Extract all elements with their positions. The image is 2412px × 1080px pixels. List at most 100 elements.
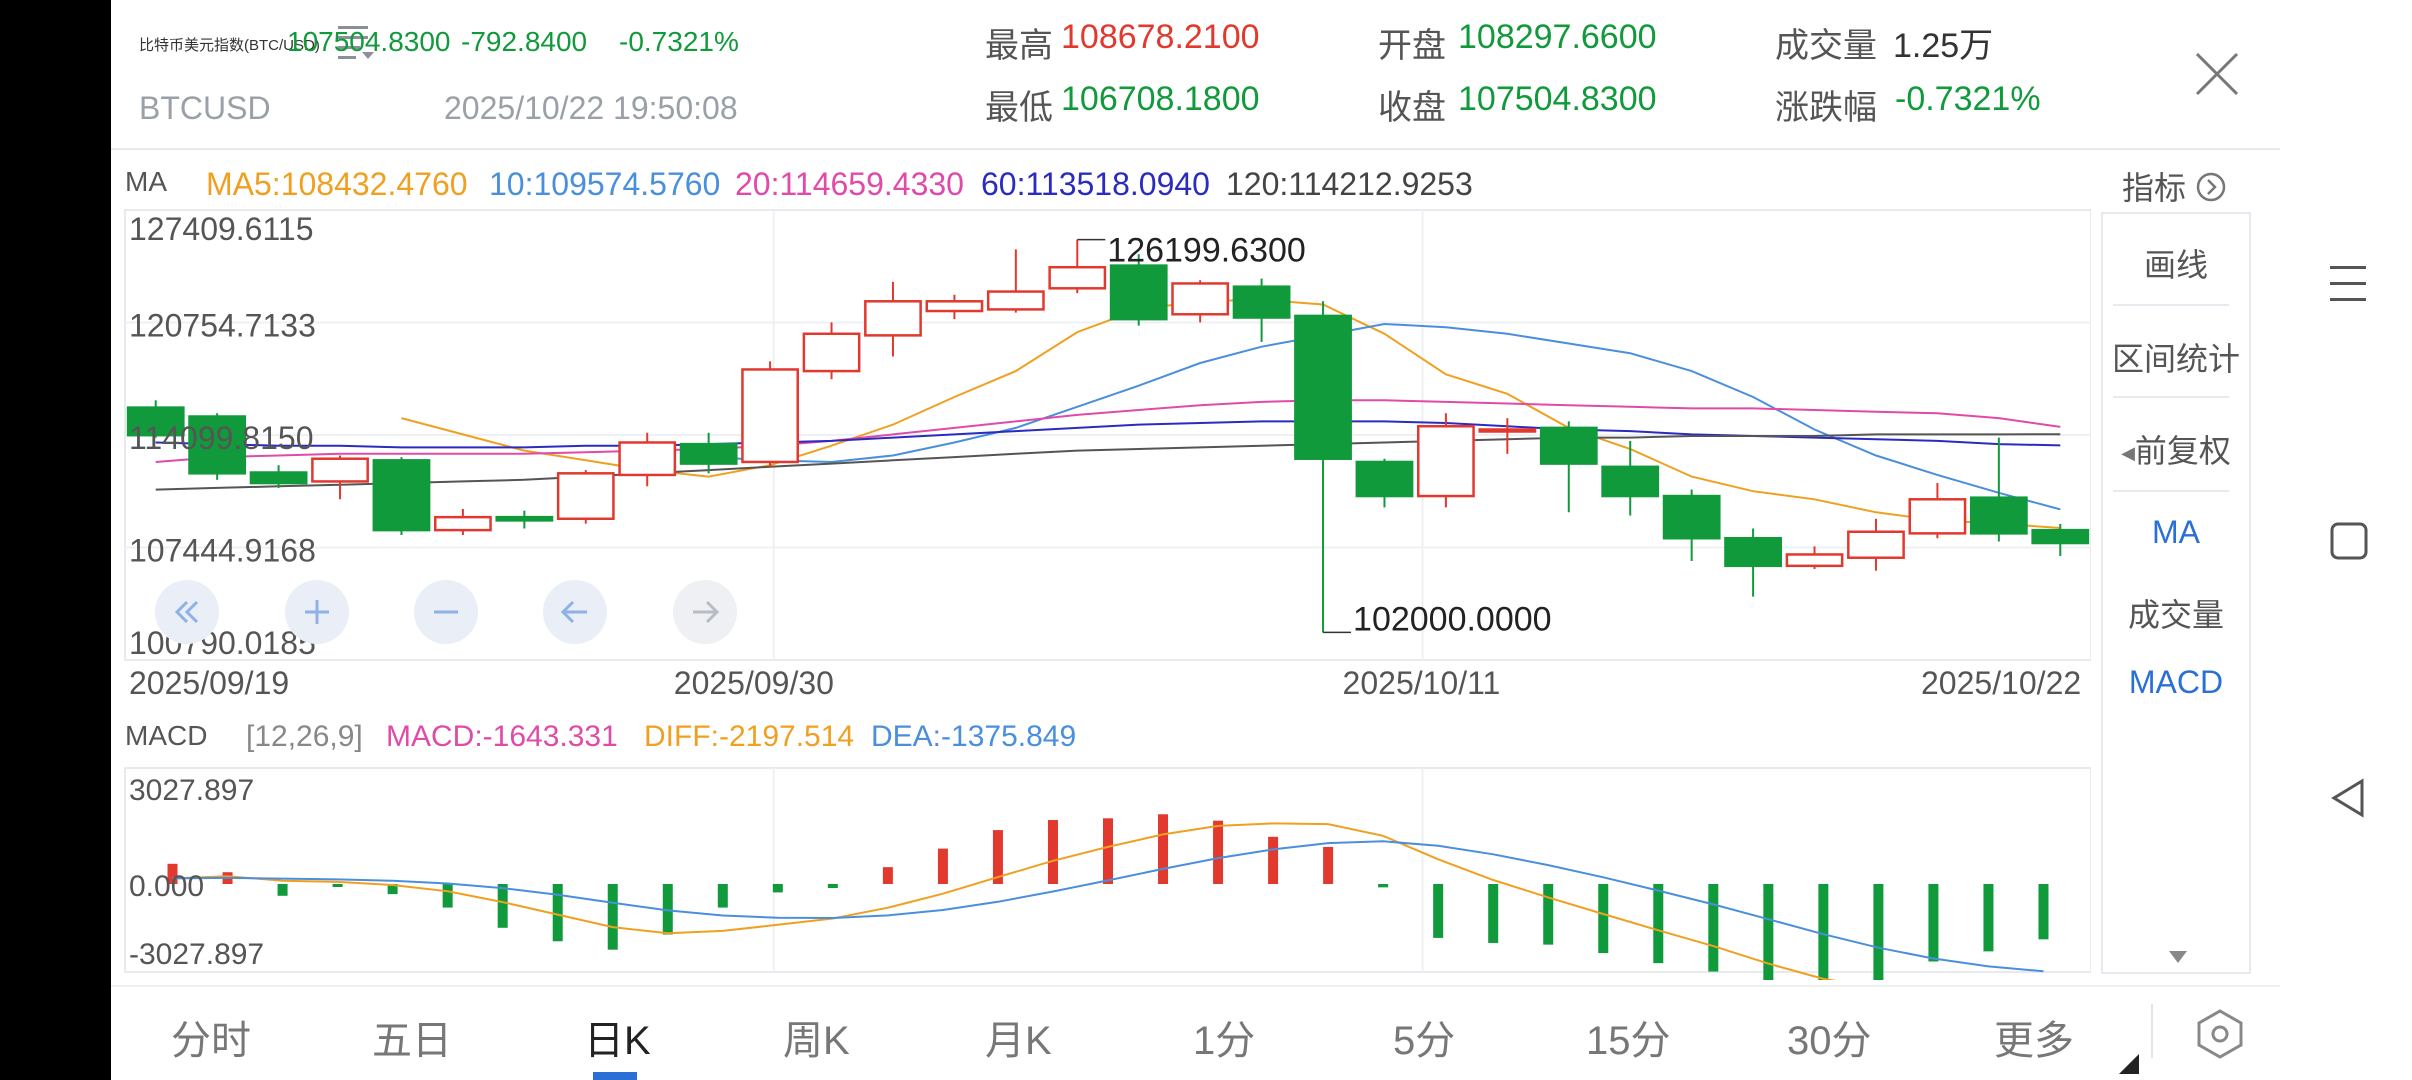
candle-body xyxy=(679,442,738,465)
candlestick-chart[interactable]: 127409.6115 120754.7133 114099.8150 107444.… xyxy=(111,200,2091,720)
y-tick-label: 100790.0185 xyxy=(129,625,316,661)
close-label: 收盘 xyxy=(1378,89,1446,127)
move-left-button[interactable] xyxy=(543,580,607,644)
scroll-down-icon[interactable] xyxy=(2169,950,2187,968)
jump-start-button[interactable] xyxy=(155,580,219,644)
bottom-tabs-divider xyxy=(111,985,2280,987)
candle-body xyxy=(1724,536,1782,568)
macd-indicator-option[interactable]: MACD xyxy=(2103,664,2249,701)
macd-bar xyxy=(1213,820,1224,884)
price-change: -792.8400 xyxy=(461,26,588,57)
plus-icon xyxy=(305,600,329,624)
high-value: 108678.2100 xyxy=(1061,18,1260,56)
pct-value: -0.7321% xyxy=(1895,80,2041,118)
candle-body xyxy=(986,290,1045,311)
tab-daily-k[interactable]: 日K xyxy=(584,1008,651,1066)
price-change-pct: -0.7321% xyxy=(619,26,739,57)
macd-bar xyxy=(1158,814,1169,884)
diff-line xyxy=(172,822,1836,980)
candle-body xyxy=(1601,465,1660,498)
tab-15min[interactable]: 15分 xyxy=(1586,1008,1671,1066)
macd-bar xyxy=(497,884,508,928)
active-tab-indicator xyxy=(593,1072,637,1080)
pct-label: 涨跌幅 xyxy=(1775,89,1877,127)
candle-body xyxy=(1847,530,1905,559)
zoom-out-button[interactable] xyxy=(414,580,478,644)
sidebar-divider xyxy=(2113,490,2229,492)
candle-body xyxy=(864,300,922,337)
double-chevron-left-icon xyxy=(174,600,199,624)
candle-body xyxy=(1785,553,1844,568)
forward-adjust-option[interactable]: ◀前复权 xyxy=(2103,426,2249,472)
tab-30min[interactable]: 30分 xyxy=(1787,1008,1872,1066)
macd-bar xyxy=(882,867,893,884)
candle-body xyxy=(1417,425,1475,498)
y-tick-label: 127409.6115 xyxy=(129,211,313,247)
macd-params: [12,26,9] xyxy=(246,720,363,753)
macd-bar xyxy=(1708,884,1719,972)
sidebar-divider xyxy=(2113,304,2229,306)
back-icon[interactable] xyxy=(2330,778,2366,823)
macd-bar xyxy=(937,848,948,884)
y-tick-label: 114099.8150 xyxy=(129,420,313,456)
macd-chart[interactable]: 3027.897 0.000 -3027.897 xyxy=(111,760,2091,980)
diff-value: DIFF:-2197.514 xyxy=(644,720,855,753)
candle-body xyxy=(1662,494,1721,540)
x-tick-label: 2025/09/30 xyxy=(674,665,834,701)
macd-y-tick-label: 0.000 xyxy=(129,870,204,903)
x-tick-label: 2025/10/22 xyxy=(1921,665,2081,701)
tab-weekly-k[interactable]: 周K xyxy=(783,1008,850,1066)
candle-body xyxy=(1908,498,1967,535)
macd-bar xyxy=(1433,884,1444,938)
candle-body xyxy=(1969,496,2028,535)
x-tick-label: 2025/09/19 xyxy=(129,665,289,701)
macd-bar xyxy=(332,884,343,887)
candle-body xyxy=(741,368,799,464)
y-tick-label: 107444.9168 xyxy=(129,533,316,569)
volume-indicator-option[interactable]: 成交量 xyxy=(2103,590,2249,636)
tab-5min[interactable]: 5分 xyxy=(1393,1008,1455,1066)
macd-bar xyxy=(442,884,453,908)
tab-five-day[interactable]: 五日 xyxy=(372,1008,452,1066)
zoom-in-button[interactable] xyxy=(285,580,349,644)
home-icon[interactable] xyxy=(2330,522,2368,565)
macd-title: MACD xyxy=(125,720,208,751)
macd-bar xyxy=(717,884,728,908)
open-label: 开盘 xyxy=(1378,27,1446,65)
draw-line-tool[interactable]: 画线 xyxy=(2103,240,2249,286)
tab-more[interactable]: 更多 xyxy=(1994,1008,2074,1066)
forward-adjust-label: 前复权 xyxy=(2134,433,2231,469)
candle-body xyxy=(1294,314,1352,460)
macd-bar xyxy=(1488,884,1499,943)
indicator-button[interactable]: 指标 xyxy=(2122,163,2227,211)
volume-value: 1.25万 xyxy=(1893,27,1994,65)
candle-body xyxy=(372,459,431,532)
arrow-left-icon xyxy=(560,600,587,624)
y-tick-label: 120754.7133 xyxy=(129,308,316,344)
tab-1min[interactable]: 1分 xyxy=(1193,1008,1255,1066)
range-stats-tool[interactable]: 区间统计 xyxy=(2103,334,2249,380)
close-icon[interactable] xyxy=(2193,50,2241,98)
hexagon-settings-icon[interactable] xyxy=(2195,1008,2245,1065)
move-right-button[interactable] xyxy=(673,580,737,644)
ma-line-ma120 xyxy=(155,433,2061,491)
ma10-value: 10:109574.5760 xyxy=(489,166,721,202)
recent-apps-icon[interactable] xyxy=(2330,262,2366,311)
chart-tools-sidebar: 画线 区间统计 ◀前复权 MA 成交量 MACD xyxy=(2101,212,2251,974)
tab-intraday[interactable]: 分时 xyxy=(171,1008,251,1066)
volume-label: 成交量 xyxy=(1775,27,1877,65)
ma-line-ma20 xyxy=(155,399,2061,463)
open-value: 108297.6600 xyxy=(1458,18,1657,56)
macd-y-tick-label: 3027.897 xyxy=(129,774,254,807)
ma-indicator-option[interactable]: MA xyxy=(2103,514,2249,551)
macd-bar xyxy=(1378,884,1389,888)
macd-bar xyxy=(1268,836,1279,884)
macd-bar xyxy=(1103,818,1113,884)
candle-body xyxy=(1478,428,1537,433)
candle-body xyxy=(249,471,308,485)
ma20-value: 20:114659.4330 xyxy=(735,166,964,202)
tab-monthly-k[interactable]: 月K xyxy=(985,1008,1052,1066)
macd-bar xyxy=(772,884,783,893)
candle-body xyxy=(1171,282,1230,316)
candle-body xyxy=(434,515,492,532)
